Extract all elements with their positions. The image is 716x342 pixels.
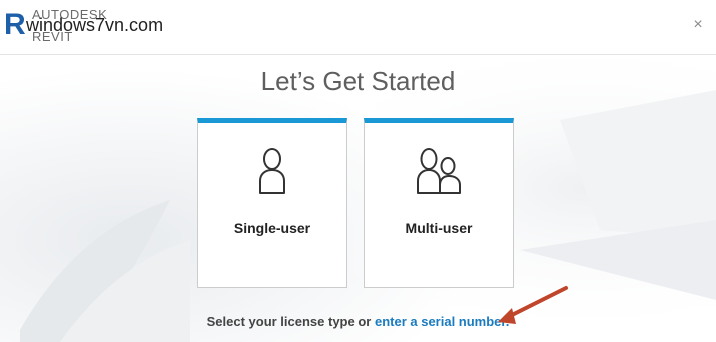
watermark-text: windows7vn.com <box>26 15 164 35</box>
license-prompt: Select your license type or enter a seri… <box>0 314 716 329</box>
single-user-option[interactable]: Single-user <box>197 118 347 288</box>
close-button[interactable]: × <box>688 15 708 35</box>
multi-user-label: Multi-user <box>405 220 473 236</box>
license-prompt-text: Select your license type or <box>206 314 375 329</box>
close-icon: × <box>693 16 703 33</box>
license-dialog: R AUTODESK REVIT windows7vn.com × Let’s … <box>0 0 716 342</box>
single-user-label: Single-user <box>233 220 311 236</box>
page-title: Let’s Get Started <box>260 66 456 96</box>
multi-user-option[interactable]: Multi-user <box>364 118 514 288</box>
autodesk-revit-logo: R AUTODESK REVIT windows7vn.com <box>4 6 164 46</box>
title-bar: R AUTODESK REVIT windows7vn.com × <box>0 0 716 55</box>
single-user-icon <box>198 147 346 197</box>
revit-logo-letter: R <box>4 8 26 41</box>
multi-user-icon <box>365 147 513 197</box>
annotation-arrow-icon <box>498 286 568 324</box>
